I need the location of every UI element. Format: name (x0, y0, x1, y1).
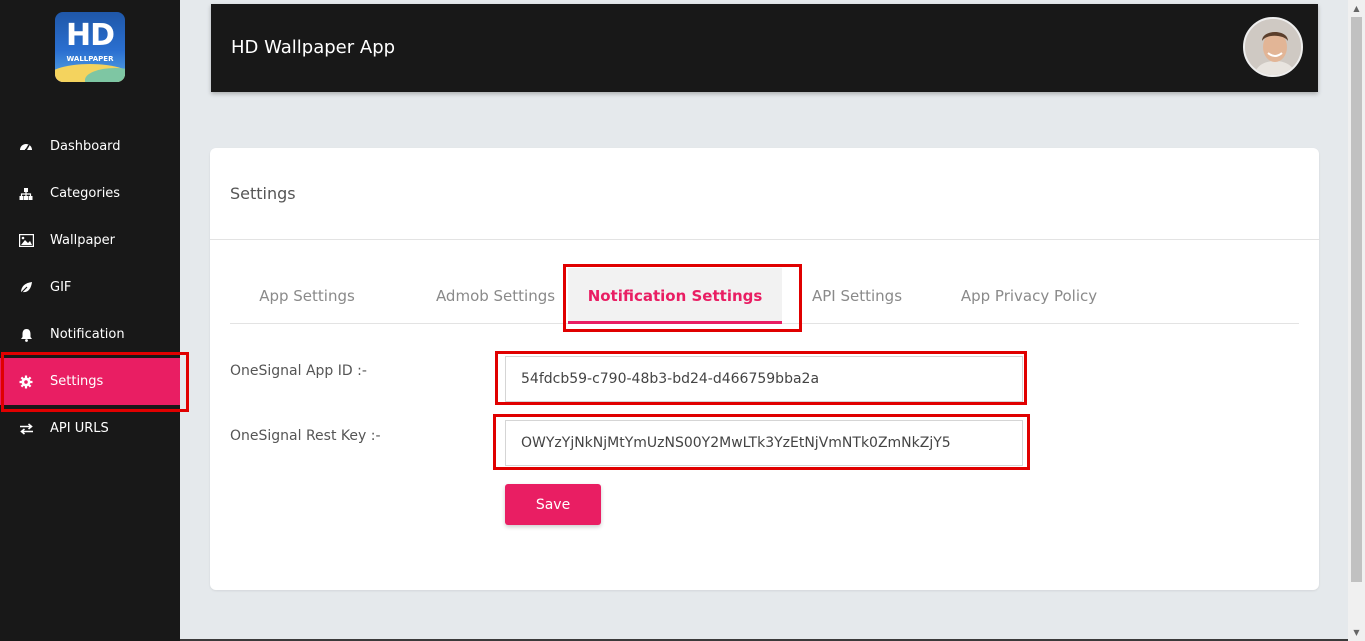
app-logo[interactable]: HD WALLPAPER (55, 12, 125, 82)
dashboard-icon (18, 139, 34, 155)
app-title: HD Wallpaper App (231, 37, 396, 58)
sidebar-item-label: API URLS (50, 421, 109, 436)
tab-app-settings[interactable]: App Settings (230, 268, 384, 323)
scrollbar-thumb[interactable] (1351, 17, 1362, 582)
scroll-up-arrow-icon[interactable]: ▲ (1348, 0, 1365, 17)
sidebar-item-label: Notification (50, 327, 125, 342)
sidebar-item-label: Wallpaper (50, 233, 116, 248)
logo-text: HD (65, 18, 115, 53)
exchange-icon (18, 421, 34, 437)
sidebar: HD WALLPAPER Dashboard Categories Wallpa… (0, 0, 180, 641)
onesignal-rest-key-label: OneSignal Rest Key :- (230, 428, 381, 444)
top-header: HD Wallpaper App (211, 4, 1318, 92)
sidebar-item-label: GIF (50, 280, 72, 295)
sidebar-item-gif[interactable]: GIF (0, 264, 180, 311)
avatar[interactable] (1243, 17, 1303, 77)
sidebar-item-api-urls[interactable]: API URLS (0, 405, 180, 452)
sidebar-item-label: Dashboard (50, 139, 121, 154)
tab-admob-settings[interactable]: Admob Settings (408, 268, 583, 323)
sidebar-item-categories[interactable]: Categories (0, 170, 180, 217)
sidebar-item-dashboard[interactable]: Dashboard (0, 123, 180, 170)
tab-app-privacy-policy[interactable]: App Privacy Policy (950, 268, 1108, 323)
divider (210, 239, 1319, 240)
highlight-box-rest-key (493, 414, 1030, 470)
highlight-box-app-id (495, 351, 1027, 405)
onesignal-app-id-label: OneSignal App ID :- (230, 363, 367, 379)
highlight-box-notification-tab (563, 264, 802, 332)
leaf-icon (18, 280, 34, 296)
scroll-down-arrow-icon[interactable]: ▼ (1348, 624, 1365, 641)
highlight-box-settings (1, 352, 189, 412)
logo-subtext: WALLPAPER (66, 55, 114, 63)
sitemap-icon (18, 186, 34, 202)
sidebar-item-notification[interactable]: Notification (0, 311, 180, 358)
page-title: Settings (230, 184, 296, 203)
bell-icon (18, 327, 34, 343)
image-icon (18, 233, 34, 249)
sidebar-item-label: Categories (50, 186, 121, 201)
sidebar-item-wallpaper[interactable]: Wallpaper (0, 217, 180, 264)
save-button[interactable]: Save (505, 484, 601, 525)
tab-api-settings[interactable]: API Settings (798, 268, 916, 323)
